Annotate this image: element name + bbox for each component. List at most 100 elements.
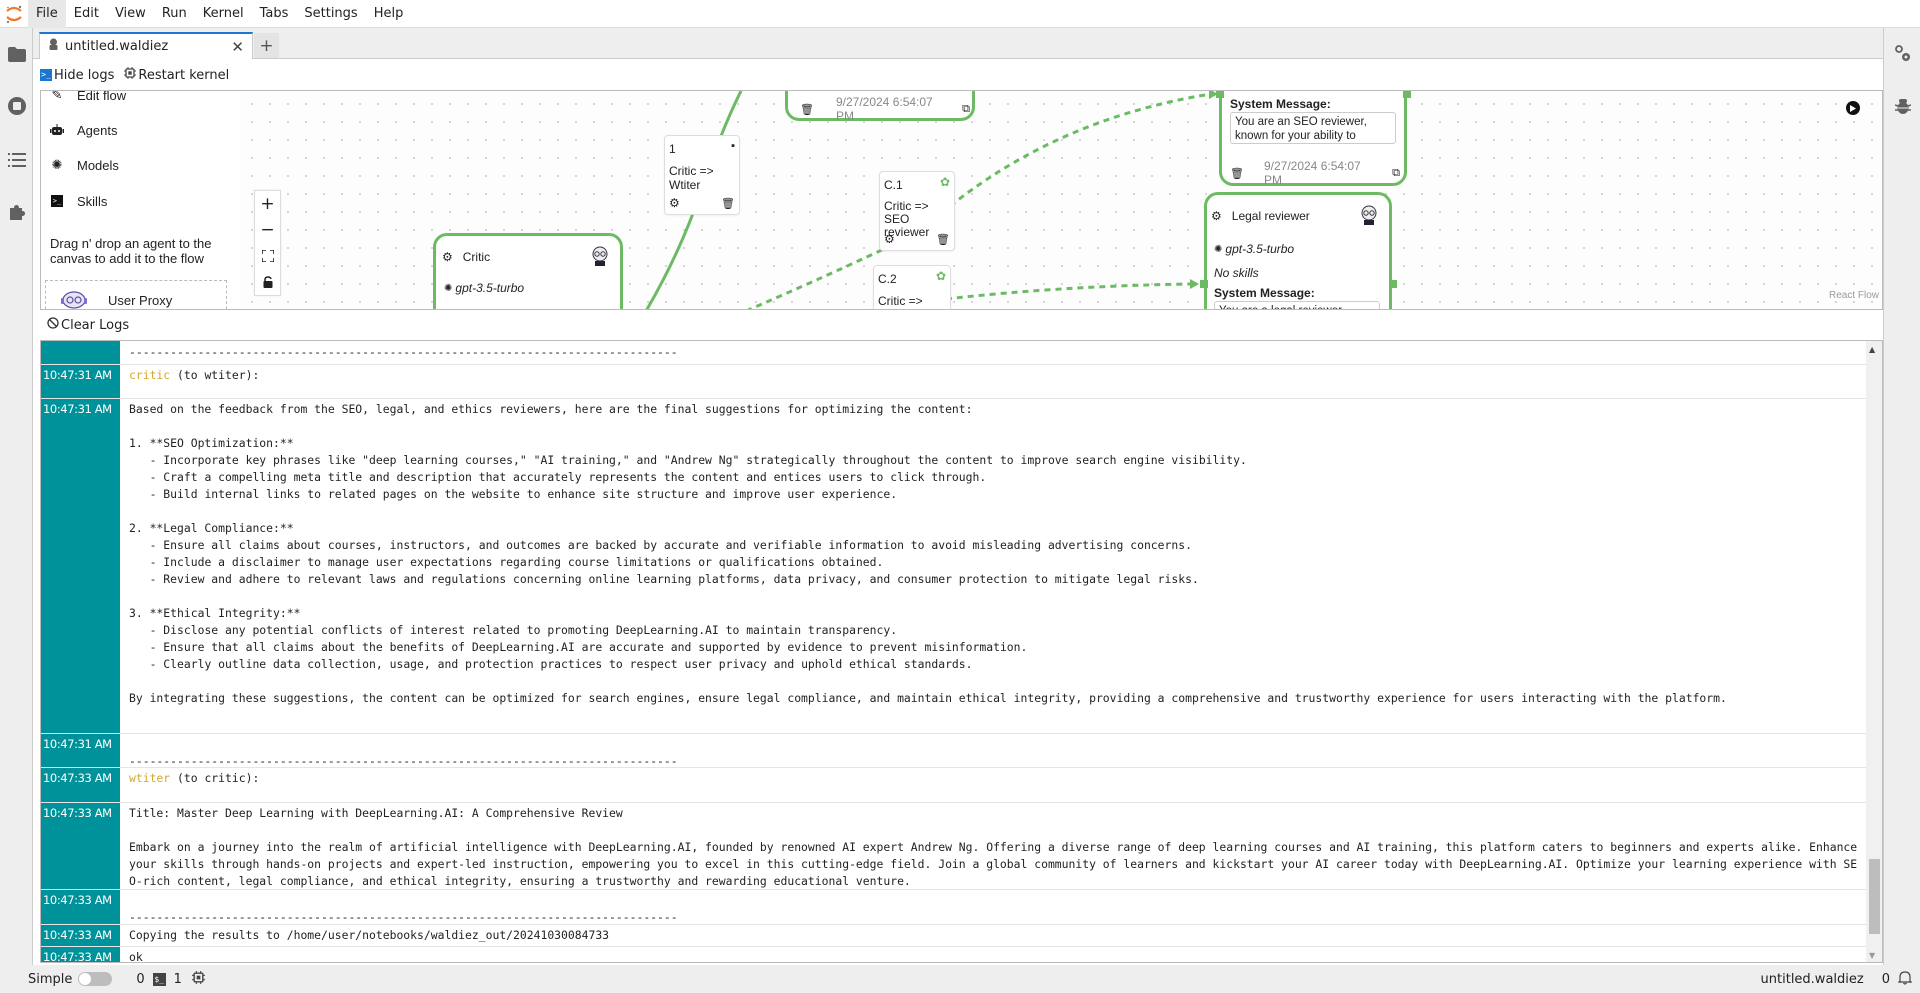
notifications-count: 0	[1881, 971, 1890, 987]
folder-icon[interactable]	[7, 44, 27, 64]
menu-view[interactable]: View	[107, 0, 154, 28]
running-sessions-icon[interactable]	[7, 96, 27, 116]
system-message-label: System Message:	[1230, 97, 1331, 111]
debugger-bug-icon[interactable]	[1893, 96, 1913, 116]
menu-kernel[interactable]: Kernel	[195, 0, 252, 28]
tab-untitled-waldiez[interactable]: untitled.waldiez ✕	[39, 32, 253, 59]
restart-kernel-button[interactable]: Restart kernel	[124, 67, 229, 83]
edge-description: Critic => Wtiter	[669, 164, 714, 192]
sidebar-item-agents[interactable]: Agents	[49, 122, 117, 138]
log-message: ----------------------------------------…	[129, 345, 678, 359]
jupyter-logo-icon	[0, 0, 28, 28]
ban-icon	[47, 317, 59, 333]
copy-icon[interactable]: ⧉	[1392, 167, 1400, 180]
sidebar-item-models[interactable]: ✺ Models	[49, 157, 119, 173]
run-flow-button[interactable]	[1846, 101, 1860, 115]
terminal-icon: >_	[40, 69, 52, 81]
trash-icon[interactable]: 🗑	[800, 103, 814, 116]
log-scrollbar[interactable]: ▲ ▼	[1866, 341, 1882, 962]
agent-skills: No skills	[1214, 266, 1259, 280]
node-partial-top[interactable]: 🗑 9/27/2024 6:54:07 PM ⧉	[785, 91, 975, 123]
edge-label-c1[interactable]: C.1 ✿ Critic => SEO reviewer ⚙ 🗑	[879, 171, 955, 251]
gear-icon[interactable]: ⚙	[669, 196, 680, 210]
node-timestamp: 9/27/2024 6:54:07 PM	[835, 95, 933, 123]
copy-icon[interactable]: ⧉	[962, 103, 970, 116]
fit-view-button[interactable]	[255, 243, 280, 269]
node-handle[interactable]	[1389, 280, 1397, 288]
trash-icon[interactable]: 🗑	[936, 233, 950, 246]
agent-name: Critic	[462, 250, 491, 264]
node-handle[interactable]	[1200, 280, 1208, 288]
openai-icon: ✺	[1214, 243, 1223, 255]
new-tab-button[interactable]: +	[254, 33, 279, 58]
system-message-textarea[interactable]: You are an SEO reviewer, known for your …	[1230, 112, 1396, 144]
menu-run[interactable]: Run	[154, 0, 195, 28]
hide-logs-button[interactable]: >_ Hide logs	[40, 68, 114, 83]
gear-icon[interactable]: ⚙	[1211, 209, 1222, 223]
system-message-textarea[interactable]: You are a legal reviewer	[1214, 301, 1380, 309]
waldiez-toolbar: >_ Hide logs Restart kernel	[40, 60, 229, 90]
log-text: (to critic):	[177, 771, 260, 785]
robot-icon	[49, 122, 65, 138]
sidebar-item-edit-flow[interactable]: ✎ Edit flow	[49, 90, 127, 103]
log-row: 10:47:33 AM ok	[41, 947, 1868, 963]
draggable-user-proxy[interactable]: User Proxy	[45, 280, 227, 309]
terminals-count[interactable]: 1	[174, 972, 182, 987]
react-flow-attribution[interactable]: React Flow	[1828, 290, 1879, 301]
menu-help[interactable]: Help	[366, 0, 412, 28]
system-message-label: System Message:	[1214, 286, 1315, 300]
log-message: Based on the feedback from the SEO, lega…	[129, 402, 1727, 705]
trash-icon[interactable]: 🗑	[721, 197, 735, 210]
menu-edit[interactable]: Edit	[66, 0, 107, 28]
log-message: ok	[129, 950, 143, 963]
sidebar-item-skills[interactable]: >_ Skills	[49, 193, 107, 209]
node-handle[interactable]	[1403, 91, 1411, 98]
sidebar-item-label: Edit flow	[77, 90, 127, 103]
kernels-count[interactable]: 0	[136, 972, 144, 987]
extensions-puzzle-icon[interactable]	[7, 202, 27, 222]
menu-settings[interactable]: Settings	[296, 0, 365, 28]
node-critic[interactable]: ⚙ Critic ✺ gpt-3.5-turbo	[433, 233, 623, 309]
node-seo-reviewer[interactable]: System Message: You are an SEO reviewer,…	[1219, 91, 1407, 187]
lock-button[interactable]	[255, 269, 280, 295]
user-proxy-label: User Proxy	[108, 293, 173, 308]
node-handle[interactable]	[1216, 91, 1224, 98]
zoom-in-button[interactable]: +	[255, 191, 280, 217]
scroll-up-icon[interactable]: ▲	[1869, 345, 1875, 354]
clear-logs-label: Clear Logs	[61, 317, 130, 333]
gear-icon[interactable]: ⚙	[884, 232, 895, 246]
clear-logs-button[interactable]: Clear Logs	[47, 317, 129, 333]
gear-icon[interactable]: ⚙	[442, 250, 453, 264]
log-timestamp: 10:47:33 AM	[41, 947, 121, 962]
scroll-down-icon[interactable]: ▼	[1869, 951, 1875, 960]
nested-chat-icon: ✿	[935, 269, 946, 283]
simple-mode-toggle[interactable]	[78, 972, 113, 986]
trash-icon[interactable]: 🗑	[1230, 167, 1244, 180]
menu-tabs[interactable]: Tabs	[252, 0, 297, 28]
log-message: critic (to wtiter):	[121, 365, 1868, 398]
close-tab-icon[interactable]: ✕	[231, 38, 244, 56]
sidebar-item-label: Agents	[77, 122, 118, 138]
zoom-out-button[interactable]: −	[255, 217, 280, 243]
table-of-contents-icon[interactable]	[7, 150, 27, 170]
property-inspector-gears-icon[interactable]	[1893, 44, 1913, 64]
kernel-chip-icon[interactable]	[191, 970, 205, 988]
notification-bell-icon[interactable]	[1897, 970, 1913, 989]
log-message: ----------------------------------------…	[129, 910, 678, 924]
agent-avatar-icon	[1359, 205, 1379, 228]
edge-label-1[interactable]: 1 ▪ Critic => Wtiter ⚙ 🗑	[664, 135, 740, 215]
flow-canvas[interactable]: 🗑 9/27/2024 6:54:07 PM ⧉ System Message:…	[40, 90, 1883, 310]
edge-critic-legal	[945, 282, 1192, 301]
menu-file[interactable]: File	[28, 0, 66, 28]
chat-icon: ▪	[731, 140, 735, 152]
log-timestamp: 10:47:33 AM	[41, 768, 121, 802]
log-timestamp: 10:47:31 AM	[41, 734, 121, 767]
sidebar-item-label: Models	[77, 157, 119, 173]
log-scrollbar-thumb[interactable]	[1869, 859, 1880, 934]
agent-name: Legal reviewer	[1231, 209, 1310, 223]
system-message-text: You are a legal reviewer	[1219, 305, 1342, 309]
edge-label-c2[interactable]: C.2 ✿ Critic =>	[873, 265, 951, 309]
log-row: 10:47:33 AM ----------------------------…	[41, 890, 1868, 925]
node-legal-reviewer[interactable]: ⚙ Legal reviewer ✺ gpt-3.5-turbo No skil…	[1204, 192, 1392, 309]
log-timestamp: 10:47:31 AM	[41, 399, 121, 733]
